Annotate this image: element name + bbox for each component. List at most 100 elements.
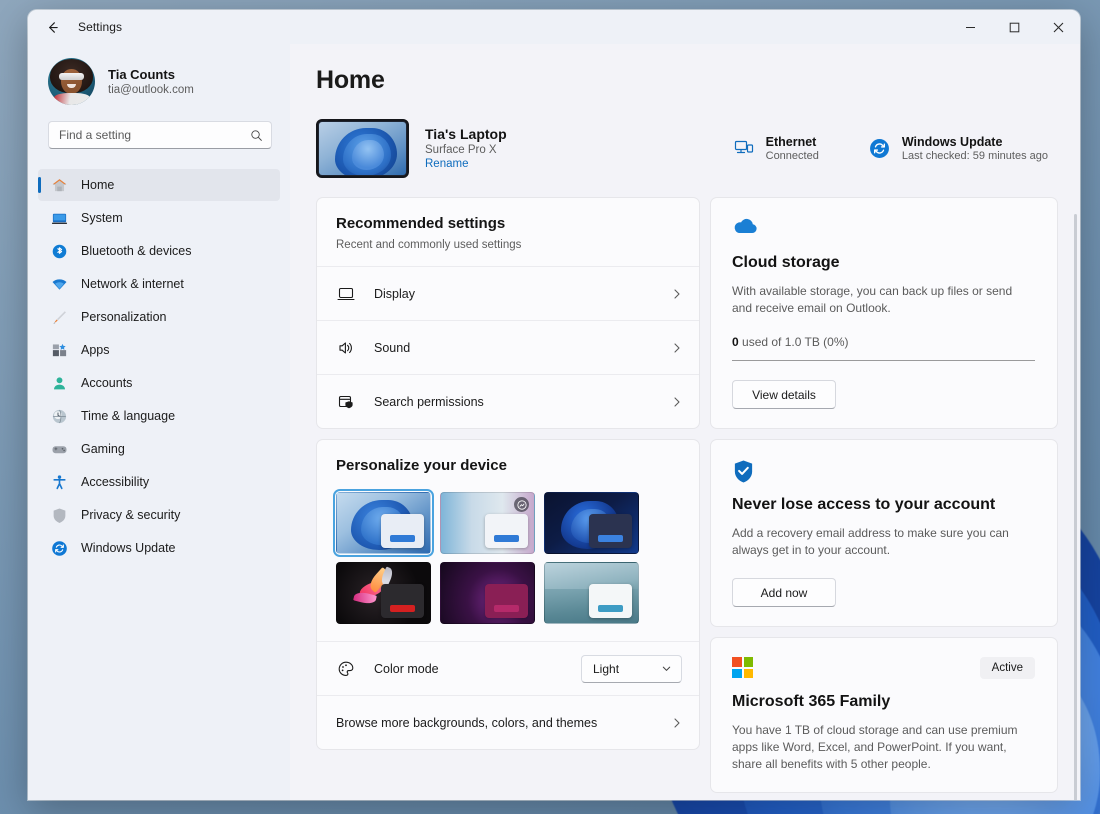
clock-globe-icon <box>51 408 68 425</box>
theme-thumbnail[interactable] <box>440 492 535 554</box>
slideshow-badge-icon <box>514 497 529 512</box>
browse-more-label: Browse more backgrounds, colors, and the… <box>336 715 598 730</box>
usage-value: 0 <box>732 335 739 350</box>
shield-check-icon <box>732 459 758 485</box>
sidebar-item-privacy-security[interactable]: Privacy & security <box>38 499 280 531</box>
sidebar-item-home[interactable]: Home <box>38 169 280 201</box>
sidebar-item-label: Windows Update <box>81 541 176 555</box>
status-sub: Connected <box>765 149 819 162</box>
maximize-button[interactable] <box>992 10 1036 44</box>
sidebar-item-label: Apps <box>81 343 110 357</box>
theme-thumbnail[interactable] <box>544 562 639 624</box>
sidebar-item-gaming[interactable]: Gaming <box>38 433 280 465</box>
accessibility-icon <box>51 474 68 491</box>
theme-thumbnail[interactable] <box>333 489 434 557</box>
row-sound[interactable]: Sound <box>317 320 699 374</box>
brush-icon <box>51 309 68 326</box>
sidebar-item-network-internet[interactable]: Network & internet <box>38 268 280 300</box>
sidebar-item-label: Bluetooth & devices <box>81 244 192 258</box>
sidebar-item-label: Accessibility <box>81 475 150 489</box>
palette-icon <box>336 659 356 679</box>
sidebar-item-time-language[interactable]: Time & language <box>38 400 280 432</box>
microsoft365-title: Microsoft 365 Family <box>732 693 891 711</box>
chevron-right-icon <box>671 396 683 408</box>
close-icon <box>1053 22 1063 32</box>
monitor-icon <box>336 284 356 304</box>
chevron-right-icon <box>671 342 683 354</box>
sidebar-item-personalization[interactable]: Personalization <box>38 301 280 333</box>
color-mode-select[interactable]: Light <box>581 654 682 683</box>
cloud-storage-title: Cloud storage <box>732 254 840 271</box>
personalize-header: Personalize your device <box>317 440 699 474</box>
m365-header: Active <box>732 657 1035 680</box>
apps-icon <box>51 342 68 359</box>
theme-thumbnail[interactable] <box>544 492 639 554</box>
sidebar-item-label: Network & internet <box>81 277 184 291</box>
browse-more-row[interactable]: Browse more backgrounds, colors, and the… <box>317 695 699 749</box>
search-box[interactable] <box>48 121 272 149</box>
chevron-right-icon <box>671 717 683 729</box>
gamepad-icon <box>51 441 68 458</box>
account-email: tia@outlook.com <box>108 84 194 96</box>
sidebar-item-label: Accounts <box>81 376 133 390</box>
status-sub: Last checked: 59 minutes ago <box>901 149 1048 162</box>
status-ethernet[interactable]: Ethernet Connected <box>733 135 819 162</box>
update-icon <box>51 540 68 557</box>
sidebar-item-label: Privacy & security <box>81 508 181 522</box>
row-search-permissions[interactable]: Search permissions <box>317 374 699 428</box>
ethernet-icon <box>733 137 755 159</box>
view-details-button[interactable]: View details <box>732 380 836 410</box>
cards-grid: Recommended settings Recent and commonly… <box>316 197 1058 800</box>
cloud-storage-card: Cloud storage With available storage, yo… <box>710 197 1058 430</box>
rename-link[interactable]: Rename <box>425 158 468 170</box>
account-summary[interactable]: Tia Counts tia@outlook.com <box>38 44 280 121</box>
title-bar: Settings <box>28 10 1080 44</box>
sidebar-item-accessibility[interactable]: Accessibility <box>38 466 280 498</box>
device-header: Tia's Laptop Surface Pro X Rename Ethern… <box>316 117 1058 179</box>
recommended-header: Recommended settings Recent and commonly… <box>317 198 699 266</box>
account-recovery-desc: Add a recovery email address to make sur… <box>732 526 1009 558</box>
chevron-down-icon <box>662 666 671 671</box>
left-column: Recommended settings Recent and commonly… <box>316 197 700 800</box>
sidebar: Tia Counts tia@outlook.com Home System Blu… <box>28 44 290 800</box>
back-button[interactable] <box>36 12 68 42</box>
sidebar-item-label: Gaming <box>81 442 125 456</box>
theme-thumbnail[interactable] <box>440 562 535 624</box>
account-icon <box>51 375 68 392</box>
page-title: Home <box>316 66 385 94</box>
color-mode-label: Color mode <box>374 661 439 676</box>
search-input[interactable] <box>59 128 250 142</box>
shield-icon <box>51 507 68 524</box>
back-arrow-icon <box>48 21 58 33</box>
sidebar-item-accounts[interactable]: Accounts <box>38 367 280 399</box>
row-display[interactable]: Display <box>317 266 699 320</box>
content-area: Home Tia's Laptop Surface Pro X Rename E… <box>290 44 1080 800</box>
personalize-card: Personalize your device Color mode Light… <box>316 439 700 750</box>
status-windows-update[interactable]: Windows Update Last checked: 59 minutes … <box>869 135 1048 162</box>
wifi-icon <box>51 276 68 293</box>
theme-grid <box>317 474 699 641</box>
usage-progress-bar <box>732 360 1035 362</box>
add-now-button[interactable]: Add now <box>732 578 836 608</box>
minimize-button[interactable] <box>948 10 992 44</box>
sidebar-item-windows-update[interactable]: Windows Update <box>38 532 280 564</box>
search-permissions-icon <box>336 392 356 412</box>
bluetooth-icon <box>51 243 68 260</box>
status-badge: Active <box>979 657 1035 680</box>
close-button[interactable] <box>1036 10 1080 44</box>
theme-thumbnail[interactable] <box>336 562 431 624</box>
account-recovery-card: Never lose access to your account Add a … <box>710 439 1058 628</box>
recommended-subtitle: Recent and commonly used settings <box>336 239 522 251</box>
sidebar-item-label: System <box>81 211 123 225</box>
sidebar-item-label: Time & language <box>81 409 176 423</box>
status-title: Ethernet <box>765 134 817 149</box>
sidebar-item-system[interactable]: System <box>38 202 280 234</box>
sidebar-item-apps[interactable]: Apps <box>38 334 280 366</box>
desktop-background: Settings Tia Counts tia@outlook.com Find… <box>0 0 1100 814</box>
sidebar-item-bluetooth-devices[interactable]: Bluetooth & devices <box>38 235 280 267</box>
speaker-icon <box>336 338 356 358</box>
chevron-right-icon <box>671 288 683 300</box>
microsoft-logo-icon <box>732 657 753 679</box>
settings-window: Settings Tia Counts tia@outlook.com Find… <box>28 10 1080 800</box>
content-scrollbar[interactable] <box>1074 214 1077 800</box>
